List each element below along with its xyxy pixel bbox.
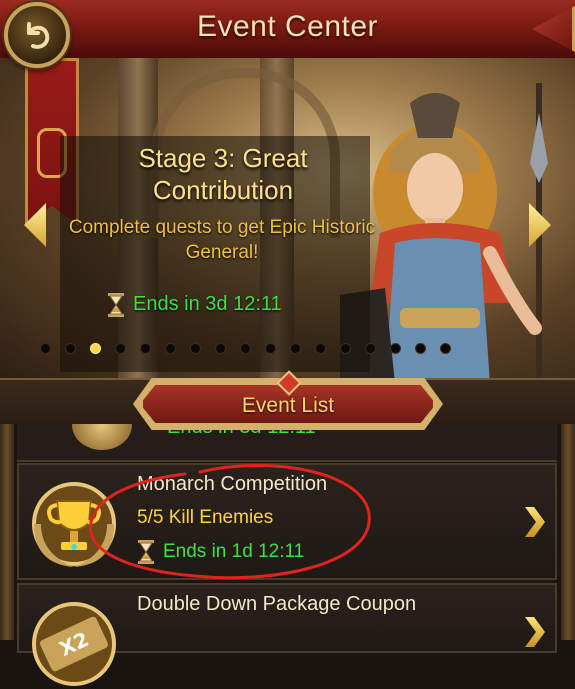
page-indicator-dot[interactable]: [140, 343, 151, 354]
event-row-double-down-package-coupon[interactable]: X2 Double Down Package Coupon: [17, 583, 557, 686]
page-indicator-dot[interactable]: [240, 343, 251, 354]
page-indicator-dot[interactable]: [190, 343, 201, 354]
hourglass-icon: [138, 539, 154, 564]
event-banner[interactable]: Stage 3: Great Contribution Complete que…: [0, 58, 575, 383]
chevron-right-icon[interactable]: [525, 507, 545, 537]
header-bar: Event Center: [0, 0, 575, 61]
stage-title: Stage 3: Great Contribution: [138, 143, 308, 205]
page-indicator-dot[interactable]: [315, 343, 326, 354]
page-indicator-dot[interactable]: [440, 343, 451, 354]
event-title: Double Down Package Coupon: [137, 593, 417, 615]
page-indicator-dot[interactable]: [290, 343, 301, 354]
event-row-monarch-competition[interactable]: Monarch Competition 5/5 Kill Enemies End…: [17, 463, 557, 580]
page-indicator-dot[interactable]: [415, 343, 426, 354]
page-indicator-dot[interactable]: [265, 343, 276, 354]
event-title: Monarch Competition: [137, 473, 328, 495]
event-progress: 5/5 Kill Enemies: [137, 507, 274, 528]
page-indicator-dot[interactable]: [90, 343, 101, 354]
back-button[interactable]: [4, 2, 70, 68]
page-indicator-dot[interactable]: [215, 343, 226, 354]
banner-countdown: Ends in 3d 12:11: [107, 290, 282, 318]
page-indicator-dot[interactable]: [365, 343, 376, 354]
stage-description: Complete quests to get Epic Historic Gen…: [68, 217, 376, 263]
page-indicator-dot[interactable]: [65, 343, 76, 354]
event-badge-icon: [72, 420, 132, 450]
page-title: Event Center: [196, 10, 379, 43]
page-indicator-dot[interactable]: [115, 343, 126, 354]
x2-coupon-icon: X2: [32, 602, 116, 686]
page-indicator-dot[interactable]: [340, 343, 351, 354]
back-arrow-icon: [27, 22, 50, 49]
hourglass-icon: [108, 292, 124, 317]
banner-countdown-text: Ends in 3d 12:11: [133, 293, 282, 315]
event-countdown-text: Ends in 1d 12:11: [163, 541, 305, 562]
page-indicator-dot[interactable]: [40, 343, 51, 354]
page-indicator-dot[interactable]: [165, 343, 176, 354]
banner-page-indicator: [40, 341, 540, 355]
page-indicator-dot[interactable]: [390, 343, 401, 354]
chevron-right-icon[interactable]: [525, 617, 545, 647]
event-list-button-label: Event List: [241, 394, 335, 417]
gold-trophy-icon: [32, 482, 116, 567]
event-countdown: Ends in 1d 12:11: [137, 539, 304, 565]
